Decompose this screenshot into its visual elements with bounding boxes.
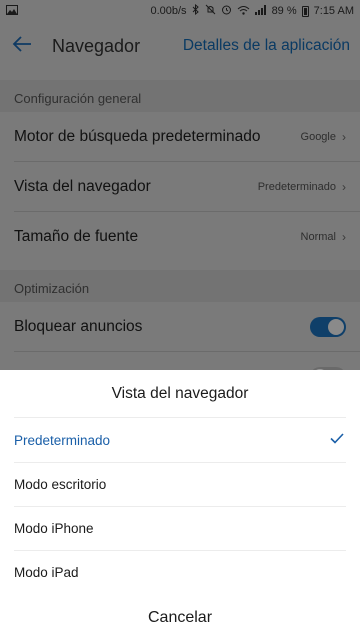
setting-search-engine[interactable]: Motor de búsqueda predeterminado Google …: [0, 112, 360, 161]
setting-label: Motor de búsqueda predeterminado: [14, 127, 261, 145]
signal-icon: [254, 4, 267, 18]
mute-icon: [205, 4, 216, 18]
option-label: Predeterminado: [14, 432, 111, 448]
setting-font-size[interactable]: Tamaño de fuente Normal ›: [0, 212, 360, 261]
chevron-right-icon: ›: [342, 179, 346, 194]
setting-block-ads: Bloquear anuncios: [0, 302, 360, 351]
option-ipad[interactable]: Modo iPad: [0, 550, 360, 594]
app-bar: Navegador Detalles de la aplicación: [0, 22, 360, 70]
toggle-knob: [328, 318, 344, 335]
setting-label: Tamaño de fuente: [14, 227, 139, 245]
option-label: Modo iPad: [14, 564, 79, 580]
network-speed: 0.00b/s: [150, 5, 187, 17]
cancel-button[interactable]: Cancelar: [0, 596, 360, 640]
setting-browser-view[interactable]: Vista del navegador Predeterminado ›: [0, 162, 360, 211]
setting-label: Vista del navegador: [14, 177, 151, 195]
checkmark-icon: [330, 431, 344, 449]
bluetooth-icon: [192, 3, 200, 18]
setting-value: Predeterminado: [257, 180, 336, 193]
option-label: Modo escritorio: [14, 476, 107, 492]
section-optimization: Optimización: [0, 270, 360, 306]
battery-percent: 89 %: [271, 5, 297, 17]
option-iphone[interactable]: Modo iPhone: [0, 506, 360, 550]
wifi-icon: [237, 5, 250, 18]
page-title: Navegador: [52, 35, 141, 56]
section-general: Configuración general: [0, 80, 360, 116]
alarm-icon: [221, 4, 232, 18]
app-details-link[interactable]: Detalles de la aplicación: [183, 37, 350, 55]
clock: 7:15 AM: [313, 5, 354, 17]
gallery-icon: [6, 4, 18, 18]
back-button[interactable]: [0, 22, 44, 70]
setting-value: Google: [300, 130, 336, 143]
setting-value: Normal: [300, 230, 336, 243]
option-desktop[interactable]: Modo escritorio: [0, 462, 360, 506]
status-bar: 0.00b/s 89 % 7:15 AM: [0, 0, 360, 22]
chevron-right-icon: ›: [342, 129, 346, 144]
chevron-right-icon: ›: [342, 229, 346, 244]
setting-label: Bloquear anuncios: [14, 317, 143, 335]
block-ads-toggle[interactable]: [310, 316, 346, 337]
arrow-left-icon: [12, 35, 32, 57]
battery-icon: [301, 5, 309, 17]
sheet-title: Vista del navegador: [111, 385, 249, 402]
option-default[interactable]: Predeterminado: [0, 418, 360, 462]
option-label: Modo iPhone: [14, 520, 94, 536]
browser-view-sheet: Vista del navegador Predeterminado Modo …: [0, 370, 360, 640]
